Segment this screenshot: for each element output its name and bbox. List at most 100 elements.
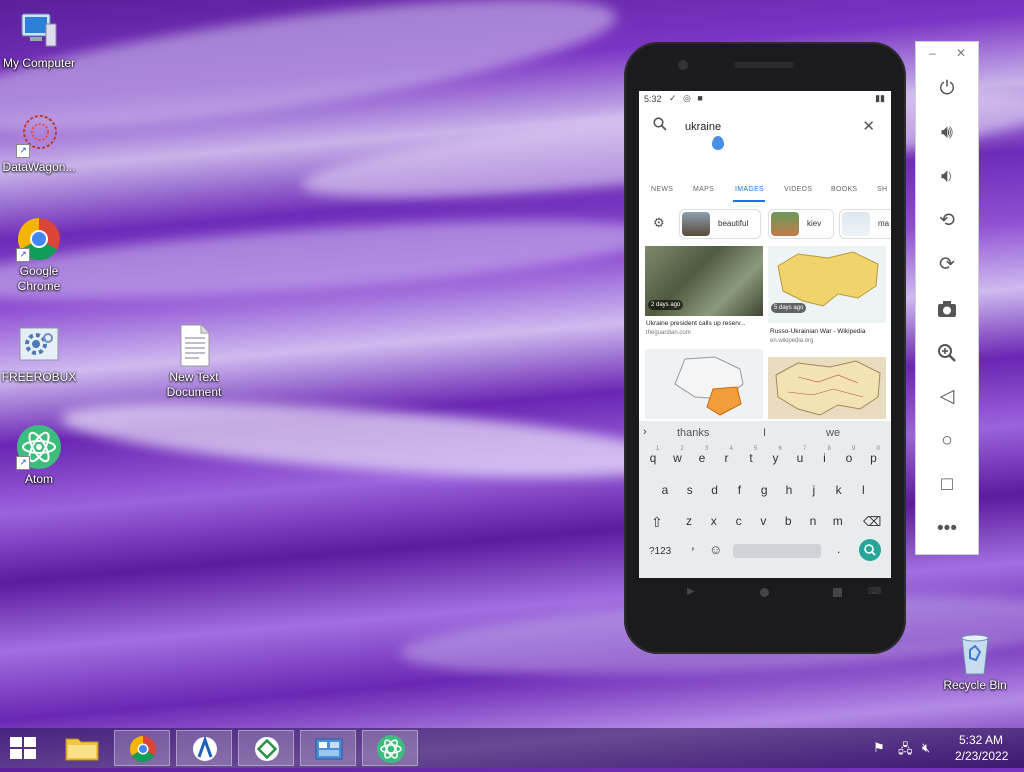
search-submit-button[interactable] <box>859 539 881 561</box>
desktop-icon-atom[interactable]: ↗ Atom <box>0 424 81 487</box>
tab-images[interactable]: IMAGES <box>735 186 764 193</box>
key-e[interactable]: e <box>693 451 711 465</box>
key-r[interactable]: r <box>718 451 736 465</box>
rotate-left-icon[interactable]: ⟲ <box>934 208 960 234</box>
image-result[interactable]: 2 days ago <box>645 246 763 316</box>
suggestion[interactable]: I <box>763 427 766 439</box>
key-m[interactable]: m <box>829 514 847 528</box>
search-input[interactable]: ukraine <box>685 121 721 133</box>
key-c[interactable]: c <box>730 514 748 528</box>
keyboard-switch-icon[interactable]: ⌨ <box>868 586 881 597</box>
search-bar[interactable]: ukraine ✕ <box>639 111 891 150</box>
home-circle-icon[interactable]: ○ <box>934 428 960 454</box>
desktop-icon-google-chrome[interactable]: ↗ Google Chrome <box>0 216 81 294</box>
key-f[interactable]: f <box>730 483 748 497</box>
key-x[interactable]: x <box>705 514 723 528</box>
tab-books[interactable]: BOOKS <box>831 186 857 193</box>
desktop-icon-freerobux[interactable]: FREEROBUX <box>0 322 81 385</box>
key-hint: 5 <box>754 446 758 452</box>
space-bar[interactable] <box>733 544 821 558</box>
android-recents-icon[interactable] <box>833 588 842 597</box>
tab-videos[interactable]: VIDEOS <box>784 186 812 193</box>
minimize-icon[interactable]: – <box>929 46 936 60</box>
chip-kiev[interactable]: kiev <box>768 209 834 239</box>
image-result[interactable] <box>768 357 886 419</box>
key-b[interactable]: b <box>779 514 797 528</box>
computer-icon <box>16 8 62 54</box>
clear-search-icon[interactable]: ✕ <box>862 117 875 135</box>
desktop-icon-new-text-document[interactable]: New Text Document <box>152 322 236 400</box>
tab-maps[interactable]: MAPS <box>693 186 714 193</box>
desktop-icon-recycle-bin[interactable]: Recycle Bin <box>933 630 1017 693</box>
desktop-icon-my-computer[interactable]: My Computer <box>0 8 81 71</box>
overview-square-icon[interactable]: □ <box>934 472 960 498</box>
key-w[interactable]: w <box>669 451 687 465</box>
key-a[interactable]: a <box>656 483 674 497</box>
start-button[interactable] <box>10 737 38 764</box>
key-z[interactable]: z <box>680 514 698 528</box>
filter-tune-icon[interactable]: ⚙ <box>653 215 665 231</box>
chip-beautiful[interactable]: beautiful <box>679 209 761 239</box>
more-options-icon[interactable]: ••• <box>934 516 960 542</box>
key-o[interactable]: o <box>840 451 858 465</box>
taskbar-chrome[interactable] <box>114 730 170 766</box>
period-key[interactable]: . <box>837 542 840 556</box>
power-icon[interactable]: ⏻ <box>934 76 960 102</box>
android-back-icon[interactable]: ▶ <box>687 586 695 597</box>
rotate-right-icon[interactable]: ⟳ <box>934 252 960 278</box>
text-cursor-handle[interactable] <box>712 136 724 150</box>
key-v[interactable]: v <box>754 514 772 528</box>
key-y[interactable]: y <box>767 451 785 465</box>
battery-icon: ▮▮ <box>875 93 885 103</box>
volume-muted-icon[interactable]: 🔇︎ <box>922 740 930 756</box>
key-p[interactable]: p <box>865 451 883 465</box>
camera-icon[interactable] <box>934 296 960 322</box>
phone-screen[interactable]: 5:32 ✓ ◎ ■ ▮▮ ukraine ✕ NEWS MAPS IMAGES… <box>639 91 891 578</box>
tab-shopping[interactable]: SH <box>877 186 887 193</box>
key-g[interactable]: g <box>755 483 773 497</box>
taskbar-control-panel[interactable] <box>300 730 356 766</box>
action-center-flag-icon[interactable]: ⚑ <box>873 740 885 756</box>
android-home-icon[interactable] <box>760 588 769 597</box>
taskbar-emulator[interactable] <box>238 730 294 766</box>
key-n[interactable]: n <box>804 514 822 528</box>
key-hint: 8 <box>827 446 831 452</box>
result-title[interactable]: Russo-Ukrainian War - Wikipedia <box>770 328 888 335</box>
key-l[interactable]: l <box>854 483 872 497</box>
suggestion[interactable]: thanks <box>677 427 709 439</box>
back-triangle-icon[interactable]: ◁ <box>934 384 960 410</box>
key-h[interactable]: h <box>780 483 798 497</box>
emoji-key-icon[interactable]: ☺ <box>709 542 722 557</box>
close-icon[interactable]: ✕ <box>956 46 966 60</box>
key-d[interactable]: d <box>706 483 724 497</box>
wallpaper-wave <box>0 204 662 316</box>
symbols-key[interactable]: ?123 <box>649 546 671 557</box>
suggestion[interactable]: we <box>826 427 840 439</box>
tab-news[interactable]: NEWS <box>651 186 673 193</box>
clock[interactable]: 5:32 AM 2/23/2022 <box>955 733 1008 763</box>
key-q[interactable]: q <box>644 451 662 465</box>
taskbar-atom[interactable] <box>362 730 418 766</box>
key-i[interactable]: i <box>816 451 834 465</box>
backspace-key-icon[interactable]: ⌫ <box>863 514 881 530</box>
image-result[interactable] <box>645 349 763 419</box>
volume-up-icon[interactable]: 🔊︎ <box>934 120 960 146</box>
key-k[interactable]: k <box>830 483 848 497</box>
key-j[interactable]: j <box>805 483 823 497</box>
network-icon[interactable]: 🖧︎ <box>898 740 913 762</box>
key-s[interactable]: s <box>681 483 699 497</box>
comma-key[interactable]: , <box>691 537 695 552</box>
taskbar-android-studio[interactable] <box>176 730 232 766</box>
desktop-icon-datawagon[interactable]: ↗ DataWagon... <box>0 112 81 175</box>
taskbar-file-explorer[interactable] <box>54 730 110 766</box>
zoom-icon[interactable] <box>934 340 960 366</box>
key-u[interactable]: u <box>791 451 809 465</box>
expand-chevron-icon[interactable]: › <box>643 426 647 438</box>
chip-map[interactable]: ma <box>839 209 891 239</box>
volume-down-icon[interactable]: 🔉︎ <box>934 164 960 190</box>
atom-icon: ↗ <box>16 424 62 470</box>
key-t[interactable]: t <box>742 451 760 465</box>
result-title[interactable]: Ukraine president calls up reserv... <box>646 320 764 327</box>
image-result[interactable]: 5 days ago <box>768 246 886 323</box>
shift-key-icon[interactable]: ⇧ <box>651 514 663 531</box>
